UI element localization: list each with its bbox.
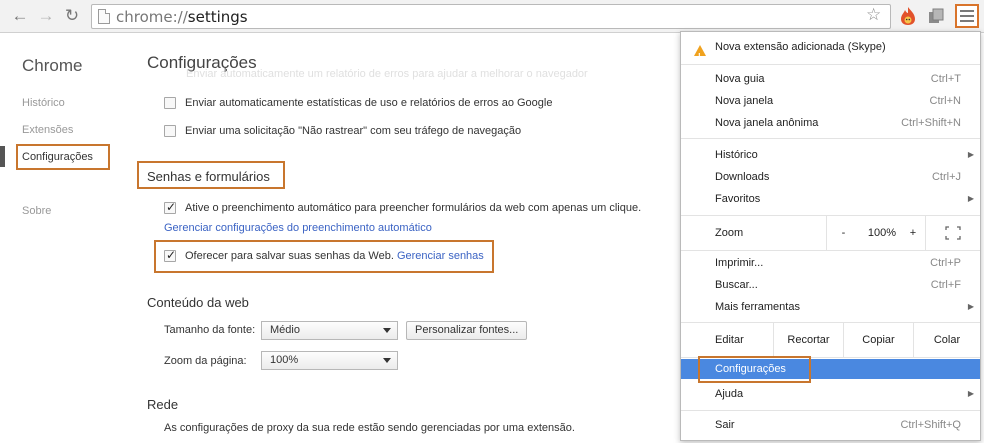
copy-button[interactable]: Copiar	[843, 323, 913, 357]
chevron-down-icon	[383, 328, 391, 333]
zoom-in-button[interactable]: +	[904, 216, 922, 250]
page-zoom-label: Zoom da página:	[164, 355, 247, 367]
menu-item-nova-janela[interactable]: Nova janela Ctrl+N	[681, 90, 980, 112]
sidebar-item-configuracoes[interactable]: Configurações	[22, 151, 93, 163]
menu-item-ajuda[interactable]: Ajuda ▶	[681, 383, 980, 405]
section-title-network: Rede	[147, 397, 179, 412]
submenu-arrow-icon: ▶	[967, 302, 974, 311]
paste-button[interactable]: Colar	[913, 323, 980, 357]
fullscreen-icon[interactable]	[925, 216, 980, 250]
menu-item-downloads[interactable]: Downloads Ctrl+J	[681, 166, 980, 188]
checkbox-row-usage-stats[interactable]: Enviar automaticamente estatísticas de u…	[164, 97, 552, 111]
network-proxy-text: As configurações de proxy da sua rede es…	[164, 422, 575, 434]
fire-extension-icon[interactable]	[899, 6, 917, 26]
font-size-select[interactable]: Médio	[261, 321, 398, 340]
menu-separator	[681, 64, 980, 65]
section-title-passwords: Senhas e formulários	[147, 169, 270, 184]
edit-label: Editar	[715, 334, 744, 346]
save-passwords-checkbox[interactable]	[164, 248, 176, 263]
submenu-arrow-icon: ▶	[967, 389, 974, 398]
sidebar-brand: Chrome	[22, 56, 83, 75]
manage-passwords-link[interactable]: Gerenciar senhas	[397, 250, 484, 262]
menu-zoom-row: Zoom - 100% +	[681, 216, 980, 250]
reload-icon[interactable]: ↻	[62, 6, 82, 26]
menu-separator	[681, 250, 980, 251]
menu-item-nova-janela-anonima[interactable]: Nova janela anônima Ctrl+Shift+N	[681, 112, 980, 134]
checkbox-row-save-passwords[interactable]: Oferecer para salvar suas senhas da Web.…	[164, 248, 484, 264]
warning-icon	[694, 45, 706, 68]
sidebar: Chrome Histórico Extensões Configurações…	[0, 34, 130, 443]
arrow-right-icon[interactable]: →	[36, 6, 56, 26]
menu-item-nova-guia[interactable]: Nova guia Ctrl+T	[681, 68, 980, 90]
faded-overlap-text: Enviar automaticamente um relatório de e…	[186, 68, 588, 80]
menu-item-imprimir[interactable]: Imprimir... Ctrl+P	[681, 252, 980, 274]
manage-autofill-link[interactable]: Gerenciar configurações do preenchimento…	[164, 222, 432, 236]
hamburger-menu-icon[interactable]	[955, 4, 979, 28]
arrow-left-icon[interactable]: ←	[10, 6, 30, 26]
sidebar-item-historico[interactable]: Histórico	[22, 97, 65, 109]
autofill-checkbox[interactable]	[164, 200, 176, 215]
zoom-label: Zoom	[715, 227, 744, 239]
url-text: chrome://settings	[116, 8, 248, 26]
menu-item-buscar[interactable]: Buscar... Ctrl+F	[681, 274, 980, 296]
page-icon	[98, 9, 110, 24]
highlight-box	[698, 356, 811, 383]
menu-notification-extension[interactable]: Nova extensão adicionada (Skype)	[681, 36, 980, 68]
menu-separator	[681, 410, 980, 411]
customize-fonts-button[interactable]: Personalizar fontes...	[406, 321, 528, 340]
section-title-web-content: Conteúdo da web	[147, 295, 249, 310]
settings-main: Configurações Enviar automaticamente um …	[130, 34, 680, 443]
submenu-arrow-icon: ▶	[967, 194, 974, 203]
star-icon[interactable]: ☆	[866, 6, 881, 24]
do-not-track-checkbox[interactable]	[164, 125, 176, 138]
browser-toolbar: ← → ↻ chrome://settings ☆	[0, 0, 984, 33]
chrome-menu: Nova extensão adicionada (Skype) Nova gu…	[680, 31, 981, 441]
menu-item-favoritos[interactable]: Favoritos ▶	[681, 188, 980, 210]
address-bar[interactable]: chrome://settings	[91, 4, 891, 29]
menu-item-mais-ferramentas[interactable]: Mais ferramentas ▶	[681, 296, 980, 318]
submenu-arrow-icon: ▶	[967, 150, 974, 159]
menu-item-historico[interactable]: Histórico ▶	[681, 144, 980, 166]
zoom-level: 100%	[867, 227, 897, 239]
checkbox-row-do-not-track[interactable]: Enviar uma solicitação "Não rastrear" co…	[164, 125, 521, 139]
cut-button[interactable]: Recortar	[773, 323, 843, 357]
menu-item-sair[interactable]: Sair Ctrl+Shift+Q	[681, 414, 980, 436]
menu-edit-row: Editar Recortar Copiar Colar	[681, 323, 980, 357]
sidebar-item-extensoes[interactable]: Extensões	[22, 124, 73, 136]
box-extension-icon[interactable]	[928, 8, 944, 24]
zoom-out-button[interactable]: -	[826, 216, 860, 250]
menu-separator	[681, 138, 980, 139]
usage-stats-checkbox[interactable]	[164, 97, 176, 110]
font-size-label: Tamanho da fonte:	[164, 324, 256, 336]
page-zoom-select[interactable]: 100%	[261, 351, 398, 370]
sidebar-active-indicator	[0, 146, 5, 167]
sidebar-item-sobre[interactable]: Sobre	[22, 205, 51, 217]
checkbox-row-autofill[interactable]: Ative o preenchimento automático para pr…	[164, 200, 641, 216]
chevron-down-icon	[383, 358, 391, 363]
